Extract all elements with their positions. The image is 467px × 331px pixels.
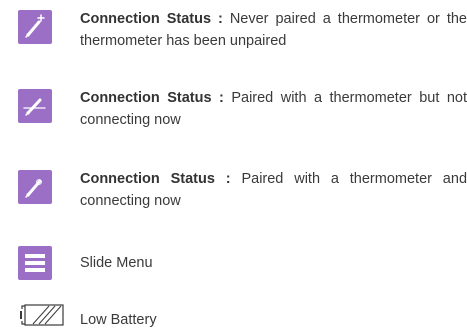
low-battery-icon <box>20 304 64 326</box>
status-label: Connection Status : <box>80 171 231 187</box>
status-label: Connection Status : <box>80 90 224 106</box>
legend-text: Low Battery <box>80 312 157 328</box>
legend-text: Slide Menu <box>80 255 153 271</box>
status-label: Connection Status : <box>80 11 223 27</box>
status-description: Connection Status : Never paired a therm… <box>80 8 467 52</box>
thermometer-connected-icon <box>18 170 52 204</box>
status-description: Connection Status : Paired with a thermo… <box>80 168 467 212</box>
status-description: Connection Status : Paired with a thermo… <box>80 87 467 131</box>
thermometer-plus-icon <box>18 10 52 44</box>
menu-icon <box>18 246 52 280</box>
thermometer-disconnected-icon <box>18 89 52 123</box>
